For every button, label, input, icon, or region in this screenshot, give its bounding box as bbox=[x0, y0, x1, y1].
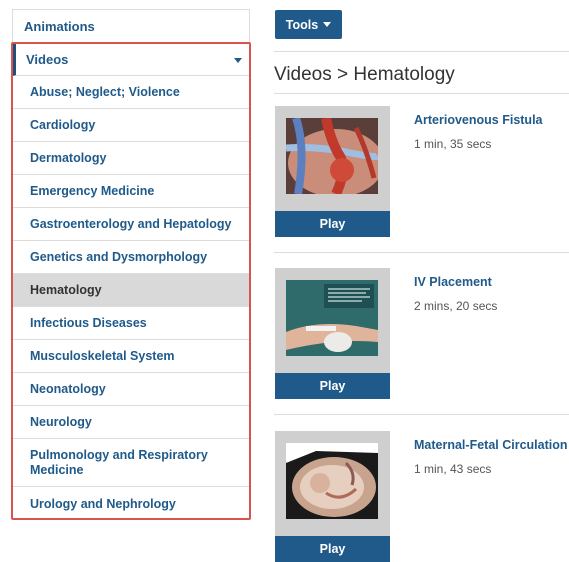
video-duration: 1 min, 43 secs bbox=[414, 462, 492, 476]
category-item-neurology[interactable]: Neurology bbox=[13, 406, 249, 439]
page-title: Videos > Hematology bbox=[274, 64, 455, 85]
category-item-cardiology[interactable]: Cardiology bbox=[13, 109, 249, 142]
play-button[interactable]: Play bbox=[275, 211, 390, 237]
category-item-neonatology[interactable]: Neonatology bbox=[13, 373, 249, 406]
sidebar-item-label: Videos bbox=[26, 52, 69, 67]
category-list: Abuse; Neglect; Violence Cardiology Derm… bbox=[13, 76, 249, 521]
video-thumbnail-frame: Play bbox=[275, 268, 390, 399]
video-title-link[interactable]: Maternal-Fetal Circulation bbox=[414, 438, 568, 452]
video-thumbnail[interactable] bbox=[286, 280, 378, 356]
category-item-abuse[interactable]: Abuse; Neglect; Violence bbox=[13, 76, 249, 109]
video-thumbnail[interactable] bbox=[286, 118, 378, 194]
tools-label: Tools bbox=[285, 17, 319, 32]
videos-section: Videos Abuse; Neglect; Violence Cardiolo… bbox=[11, 42, 251, 520]
play-button[interactable]: Play bbox=[275, 373, 390, 399]
category-item-urology[interactable]: Urology and Nephrology bbox=[13, 487, 249, 521]
category-item-hematology[interactable]: Hematology bbox=[13, 274, 249, 307]
tools-button[interactable]: Tools bbox=[275, 10, 342, 39]
sidebar-item-label: Animations bbox=[24, 18, 95, 34]
category-item-infectious-diseases[interactable]: Infectious Diseases bbox=[13, 307, 249, 340]
category-item-emergency-medicine[interactable]: Emergency Medicine bbox=[13, 175, 249, 208]
video-title-link[interactable]: IV Placement bbox=[414, 275, 492, 289]
video-duration: 2 mins, 20 secs bbox=[414, 299, 498, 313]
divider bbox=[274, 414, 569, 415]
divider bbox=[274, 93, 569, 94]
sidebar-item-videos[interactable]: Videos bbox=[13, 44, 249, 76]
video-thumbnail-frame: Play bbox=[275, 431, 390, 562]
video-title-link[interactable]: Arteriovenous Fistula bbox=[414, 113, 543, 127]
play-button[interactable]: Play bbox=[275, 536, 390, 562]
video-thumbnail[interactable] bbox=[286, 443, 378, 519]
video-duration: 1 min, 35 secs bbox=[414, 137, 492, 151]
video-card: Play Maternal-Fetal Circulation 1 min, 4… bbox=[275, 431, 569, 562]
video-card: Play IV Placement 2 mins, 20 secs bbox=[275, 268, 569, 403]
sidebar-item-animations[interactable]: Animations bbox=[12, 9, 250, 43]
category-item-dermatology[interactable]: Dermatology bbox=[13, 142, 249, 175]
category-item-gastroenterology[interactable]: Gastroenterology and Hepatology bbox=[13, 208, 249, 241]
divider bbox=[274, 252, 569, 253]
caret-down-icon bbox=[234, 58, 242, 63]
video-card: Play Arteriovenous Fistula 1 min, 35 sec… bbox=[275, 106, 569, 241]
caret-down-icon bbox=[323, 22, 332, 27]
video-thumbnail-frame: Play bbox=[275, 106, 390, 237]
divider bbox=[274, 51, 569, 52]
category-item-pulmonology[interactable]: Pulmonology and Respiratory Medicine bbox=[13, 439, 249, 487]
category-item-genetics[interactable]: Genetics and Dysmorphology bbox=[13, 241, 249, 274]
category-item-musculoskeletal[interactable]: Musculoskeletal System bbox=[13, 340, 249, 373]
